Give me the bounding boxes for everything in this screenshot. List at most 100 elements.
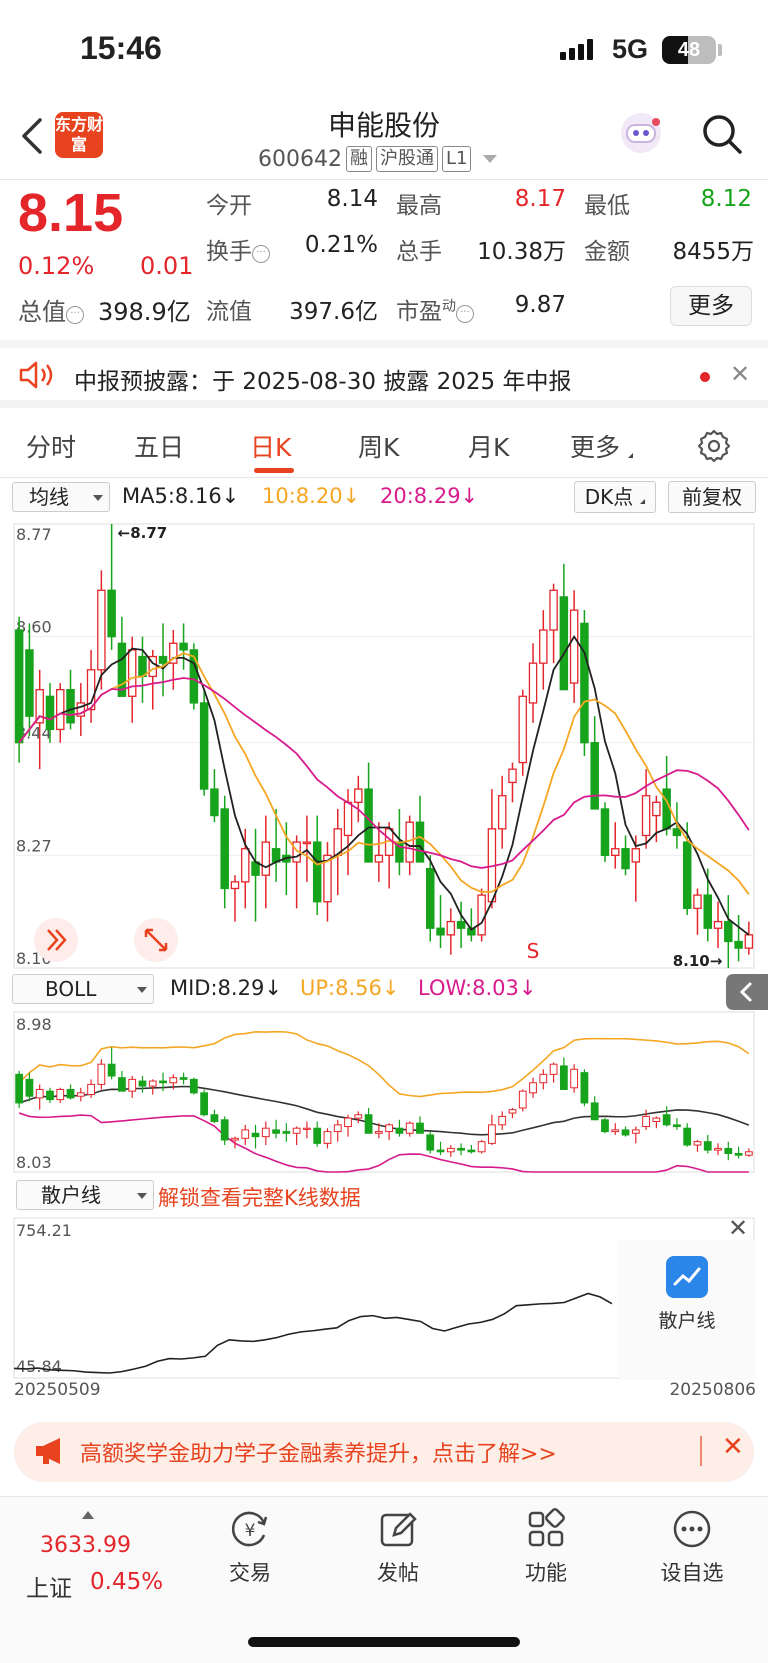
- quote-panel: 8.15 0.12% 0.01 总值 ··· 398.9亿 今开 8.14 最高 …: [0, 180, 768, 340]
- candle-body: [56, 689, 65, 731]
- close-icon[interactable]: ✕: [728, 1214, 748, 1242]
- trade-button[interactable]: ¥ 交易: [200, 1507, 300, 1587]
- candle-body: [25, 649, 34, 717]
- chevron-down-icon: [483, 155, 498, 163]
- boll-candle-body: [189, 1078, 198, 1094]
- post-label: 发帖: [377, 1561, 419, 1585]
- amount-value: 8455万: [672, 239, 754, 265]
- fullscreen-icon[interactable]: [134, 918, 178, 962]
- robot-assistant-icon[interactable]: [618, 110, 664, 156]
- boll-candle-body: [539, 1073, 548, 1084]
- boll-selector[interactable]: BOLL: [12, 974, 154, 1004]
- boll-candle-body: [128, 1078, 137, 1092]
- candle-body: [271, 848, 281, 863]
- y-tick-label: 8.77: [16, 525, 52, 544]
- more-quote-button[interactable]: 更多: [670, 286, 752, 326]
- ma-selector[interactable]: 均线: [12, 482, 110, 512]
- boll-candle-body: [148, 1080, 157, 1087]
- candle-body: [590, 742, 599, 810]
- boll-candle-body: [210, 1114, 219, 1122]
- candle-body: [621, 848, 630, 870]
- stock-code: 600642: [258, 146, 342, 172]
- promo-text: 高额奖学金助力学子金融素养提升，点击了解>>: [80, 1442, 557, 1467]
- megaphone-icon: [36, 1438, 60, 1464]
- boll-candle-body: [714, 1147, 722, 1151]
- stock-header: 东方财富 申能股份 600642 融 沪股通 L1: [0, 100, 768, 180]
- adjust-button[interactable]: 前复权: [668, 481, 756, 513]
- open-value: 8.14: [326, 186, 378, 212]
- candle-body: [127, 649, 137, 697]
- boll-candle-body: [395, 1127, 404, 1134]
- boll-candle-body: [374, 1131, 383, 1134]
- boll-candle-body: [436, 1149, 445, 1153]
- expand-panel-icon[interactable]: [34, 918, 78, 962]
- candle-body: [693, 894, 702, 910]
- unlock-kline-link[interactable]: 解锁查看完整K线数据: [158, 1182, 361, 1212]
- boll-candle-body: [282, 1131, 291, 1134]
- expand-up-icon[interactable]: [82, 1511, 94, 1519]
- boll-chart[interactable]: 8.98 8.03: [0, 1008, 768, 1174]
- candle-body: [734, 940, 743, 949]
- boll-candle-body: [724, 1147, 733, 1154]
- corner-triangle-icon: [623, 453, 634, 458]
- boll-candle-body: [292, 1127, 301, 1134]
- tab-daily-k[interactable]: 日K: [250, 428, 291, 464]
- sell-signal-marker: S: [527, 939, 540, 963]
- features-button[interactable]: 功能: [496, 1507, 596, 1587]
- features-label: 功能: [525, 1561, 567, 1585]
- turnover-value: 0.21%: [304, 232, 378, 258]
- candle-body: [343, 801, 353, 837]
- tab-five-day[interactable]: 五日: [134, 428, 184, 464]
- market-value: 398.9亿: [98, 298, 191, 326]
- search-icon[interactable]: [700, 112, 744, 156]
- post-button[interactable]: 发帖: [348, 1507, 448, 1587]
- candle-body: [569, 609, 579, 684]
- notice-bar[interactable]: 中报预披露：于 2025-08-30 披露 2025 年中报 ✕: [0, 340, 768, 408]
- high-label: 最高: [396, 193, 442, 219]
- close-icon[interactable]: ✕: [730, 360, 750, 388]
- info-icon[interactable]: ···: [252, 245, 270, 263]
- boll-candle-body: [416, 1122, 424, 1134]
- candle-body: [374, 854, 384, 863]
- promo-banner[interactable]: 高额奖学金助力学子金融素养提升，点击了解>> ✕: [14, 1422, 754, 1482]
- tab-weekly-k[interactable]: 周K: [358, 428, 399, 464]
- boll-candle-body: [559, 1065, 568, 1090]
- candle-body: [436, 927, 445, 936]
- y-tick-label: 8.27: [16, 836, 52, 855]
- collapse-panel-icon[interactable]: [726, 974, 768, 1010]
- tab-more[interactable]: 更多: [570, 428, 634, 464]
- gear-icon[interactable]: [696, 428, 732, 464]
- candle-body: [364, 788, 373, 863]
- boll-candle-body: [231, 1137, 239, 1141]
- index-value[interactable]: 3633.99: [40, 1533, 131, 1558]
- low-value: 8.12: [700, 186, 752, 212]
- candle-body: [14, 629, 24, 744]
- info-icon[interactable]: ···: [66, 306, 84, 324]
- dk-point-button[interactable]: DK点: [574, 481, 656, 513]
- candle-body: [528, 662, 538, 704]
- candle-body: [549, 589, 558, 631]
- boll-mid-line: [18, 1085, 750, 1136]
- retail-line-badge[interactable]: 散户线: [618, 1240, 756, 1380]
- add-watchlist-label: 设自选: [660, 1561, 724, 1585]
- candle-body: [354, 788, 363, 803]
- info-icon[interactable]: ···: [456, 305, 474, 323]
- boll-candle-body: [631, 1129, 640, 1134]
- retail-line-selector[interactable]: 散户线: [16, 1180, 154, 1210]
- candle-body: [682, 841, 692, 910]
- boll-candle-body: [673, 1124, 681, 1128]
- tab-intraday[interactable]: 分时: [26, 428, 76, 464]
- daily-k-chart[interactable]: 8.778.608.448.278.10←8.778.10→S: [0, 516, 768, 970]
- add-watchlist-button[interactable]: 设自选: [642, 1507, 742, 1587]
- candle-body: [497, 795, 507, 830]
- market-value-label: 总值 ···: [18, 292, 84, 327]
- candle-body: [713, 920, 723, 929]
- close-icon[interactable]: ✕: [722, 1432, 744, 1462]
- tab-monthly-k[interactable]: 月K: [468, 428, 509, 464]
- candle-body: [611, 848, 620, 856]
- boll-low-line: [18, 1112, 749, 1173]
- boll-candle-body: [87, 1083, 95, 1096]
- ma-indicator-row: 均线 MA5:8.16↓ 10:8.20↓ 20:8.29↓ DK点 前复权: [0, 480, 768, 516]
- stock-subline[interactable]: 600642 融 沪股通 L1: [258, 146, 498, 172]
- high-value: 8.17: [514, 186, 566, 212]
